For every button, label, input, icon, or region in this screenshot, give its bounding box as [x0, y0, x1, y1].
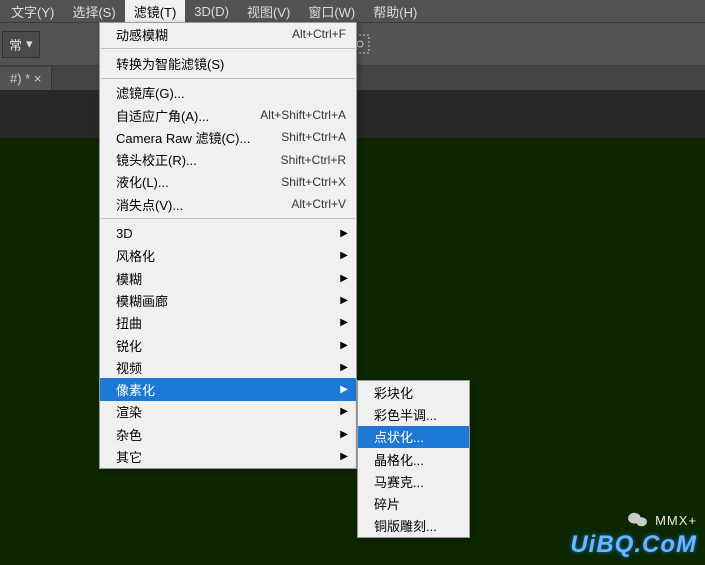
menu-item-convert-smart[interactable]: 转换为智能滤镜(S) — [100, 52, 356, 74]
menu-item-sharpen[interactable]: 锐化▶ — [100, 334, 356, 356]
submenu-item-mosaic[interactable]: 马赛克... — [358, 470, 469, 492]
menu-select[interactable]: 选择(S) — [63, 0, 124, 24]
menu-separator — [101, 48, 355, 49]
submenu-item-mezzotint[interactable]: 铜版雕刻... — [358, 515, 469, 537]
menu-item-blur[interactable]: 模糊▶ — [100, 267, 356, 289]
menu-item-distort[interactable]: 扭曲▶ — [100, 312, 356, 334]
submenu-arrow-icon: ▶ — [340, 429, 348, 440]
wechat-icon — [627, 511, 649, 529]
submenu-arrow-icon: ▶ — [340, 228, 348, 239]
menubar: 文字(Y) 选择(S) 滤镜(T) 3D(D) 视图(V) 窗口(W) 帮助(H… — [0, 0, 705, 22]
menu-item-filter-gallery[interactable]: 滤镜库(G)... — [100, 82, 356, 104]
submenu-arrow-icon: ▶ — [340, 384, 348, 395]
tab-title: #) * × — [10, 71, 41, 86]
submenu-item-fragment[interactable]: 碎片 — [358, 492, 469, 514]
submenu-arrow-icon: ▶ — [340, 362, 348, 373]
menu-help[interactable]: 帮助(H) — [364, 0, 426, 24]
menu-item-noise[interactable]: 杂色▶ — [100, 423, 356, 445]
preset-dropdown[interactable]: 常 ▾ — [2, 31, 40, 58]
submenu-arrow-icon: ▶ — [340, 340, 348, 351]
submenu-arrow-icon: ▶ — [340, 273, 348, 284]
menu-item-3d[interactable]: 3D▶ — [100, 222, 356, 244]
submenu-item-color-halftone[interactable]: 彩色半调... — [358, 403, 469, 425]
watermark-text-2: UiBQ.CoM — [570, 531, 697, 559]
watermark: MMX+ UiBQ.CoM — [570, 511, 697, 559]
submenu-item-crystallize[interactable]: 晶格化... — [358, 448, 469, 470]
menu-item-pixelate[interactable]: 像素化▶ — [100, 378, 356, 400]
menu-item-adaptive-wide[interactable]: 自适应广角(A)...Alt+Shift+Ctrl+A — [100, 104, 356, 126]
menu-3d[interactable]: 3D(D) — [185, 1, 238, 22]
submenu-arrow-icon: ▶ — [340, 317, 348, 328]
menu-filter[interactable]: 滤镜(T) — [125, 0, 186, 24]
menu-item-vanishing-point[interactable]: 消失点(V)...Alt+Ctrl+V — [100, 193, 356, 215]
pixelate-submenu: 彩块化 彩色半调... 点状化... 晶格化... 马赛克... 碎片 铜版雕刻… — [357, 380, 470, 538]
submenu-arrow-icon: ▶ — [340, 406, 348, 417]
menu-item-last-filter[interactable]: 动感模糊 Alt+Ctrl+F — [100, 23, 356, 45]
submenu-arrow-icon: ▶ — [340, 451, 348, 462]
chevron-down-icon: ▾ — [26, 36, 33, 52]
watermark-text-1: MMX+ — [655, 513, 697, 528]
menu-item-stylize[interactable]: 风格化▶ — [100, 245, 356, 267]
menu-item-liquify[interactable]: 液化(L)...Shift+Ctrl+X — [100, 171, 356, 193]
filter-menu: 动感模糊 Alt+Ctrl+F 转换为智能滤镜(S) 滤镜库(G)... 自适应… — [99, 22, 357, 469]
menu-item-other[interactable]: 其它▶ — [100, 445, 356, 467]
preset-label: 常 — [9, 35, 22, 54]
menu-item-render[interactable]: 渲染▶ — [100, 401, 356, 423]
menu-separator — [101, 78, 355, 79]
menu-item-camera-raw[interactable]: Camera Raw 滤镜(C)...Shift+Ctrl+A — [100, 126, 356, 148]
menu-separator — [101, 218, 355, 219]
menu-window[interactable]: 窗口(W) — [299, 0, 364, 24]
menu-type[interactable]: 文字(Y) — [2, 0, 63, 24]
menu-item-blur-gallery[interactable]: 模糊画廊▶ — [100, 289, 356, 311]
menu-view[interactable]: 视图(V) — [238, 0, 299, 24]
menu-item-video[interactable]: 视频▶ — [100, 356, 356, 378]
submenu-item-pointillize[interactable]: 点状化... — [358, 426, 469, 448]
document-tab[interactable]: #) * × — [0, 67, 52, 90]
submenu-item-facet[interactable]: 彩块化 — [358, 381, 469, 403]
submenu-arrow-icon: ▶ — [340, 295, 348, 306]
submenu-arrow-icon: ▶ — [340, 250, 348, 261]
menu-item-lens-correction[interactable]: 镜头校正(R)...Shift+Ctrl+R — [100, 148, 356, 170]
